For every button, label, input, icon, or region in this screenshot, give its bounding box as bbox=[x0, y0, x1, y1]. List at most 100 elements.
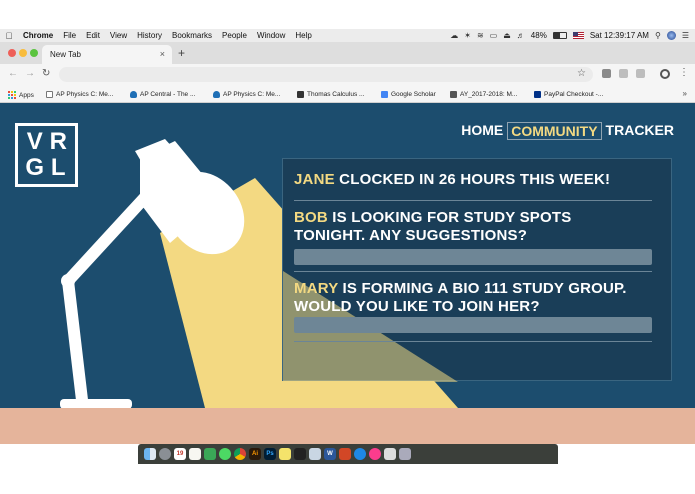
bookmark-item[interactable]: PayPal Checkout -... bbox=[534, 91, 603, 98]
powerpoint-icon[interactable] bbox=[339, 448, 351, 460]
menu-people[interactable]: People bbox=[217, 31, 252, 40]
bookmark-item[interactable]: Google Scholar bbox=[381, 91, 436, 98]
extension-icon[interactable] bbox=[602, 69, 611, 78]
extension-icon[interactable] bbox=[619, 69, 628, 78]
post-author[interactable]: MARY bbox=[294, 280, 338, 297]
logo-letter: V bbox=[26, 128, 43, 155]
apple-menu-icon[interactable]:  bbox=[0, 31, 18, 41]
finder-icon[interactable] bbox=[144, 448, 156, 460]
siri-icon[interactable] bbox=[666, 31, 676, 40]
illustrator-icon[interactable]: Ai bbox=[249, 448, 261, 460]
nav-tracker[interactable]: TRACKER bbox=[602, 122, 678, 140]
window-close-button[interactable] bbox=[8, 49, 16, 57]
bluetooth-icon[interactable]: ✶ bbox=[464, 31, 471, 40]
bookmark-item[interactable]: AP Physics C: Me... bbox=[46, 91, 113, 98]
forward-arrow-icon[interactable]: → bbox=[25, 68, 35, 79]
reply-input[interactable] bbox=[294, 317, 652, 333]
menu-file[interactable]: File bbox=[58, 31, 81, 40]
tab-title: New Tab bbox=[50, 50, 81, 59]
nav-community[interactable]: COMMUNITY bbox=[507, 122, 602, 140]
post-text: IS FORMING A BIO 111 STUDY GROUP. bbox=[338, 280, 627, 297]
menubar-clock[interactable]: Sat 12:39:17 AM bbox=[590, 31, 649, 40]
stickies-icon[interactable] bbox=[279, 448, 291, 460]
photoshop-icon[interactable]: Ps bbox=[264, 448, 276, 460]
screen:  Chrome File Edit View History Bookmark… bbox=[0, 0, 695, 494]
bookmark-label: Google Scholar bbox=[391, 91, 436, 98]
tab-close-icon[interactable]: × bbox=[160, 49, 165, 59]
bookmark-item[interactable]: Thomas Calculus ... bbox=[297, 91, 364, 98]
nav-home[interactable]: HOME bbox=[457, 122, 507, 140]
trash-icon[interactable] bbox=[399, 448, 411, 460]
menu-bookmarks[interactable]: Bookmarks bbox=[167, 31, 217, 40]
photos-icon[interactable] bbox=[384, 448, 396, 460]
spotlight-search-icon[interactable]: ⚲ bbox=[655, 31, 661, 40]
word-icon[interactable]: W bbox=[324, 448, 336, 460]
logo-letter: R bbox=[49, 128, 67, 155]
menu-chrome[interactable]: Chrome bbox=[18, 31, 58, 40]
reply-input[interactable] bbox=[294, 249, 652, 265]
wifi-icon[interactable]: ≋ bbox=[477, 31, 484, 40]
launchpad-icon[interactable] bbox=[159, 448, 171, 460]
back-arrow-icon[interactable]: ← bbox=[8, 68, 18, 79]
post-text: IS LOOKING FOR STUDY SPOTS bbox=[327, 209, 572, 226]
reload-icon[interactable]: ↻ bbox=[42, 68, 50, 79]
menu-edit[interactable]: Edit bbox=[81, 31, 105, 40]
post-author[interactable]: JANE bbox=[294, 171, 335, 188]
chrome-icon[interactable] bbox=[234, 448, 246, 460]
facetime-icon[interactable] bbox=[204, 448, 216, 460]
notification-center-icon[interactable]: ☰ bbox=[682, 31, 689, 40]
safari-icon[interactable] bbox=[354, 448, 366, 460]
feed-post: BOB IS LOOKING FOR STUDY SPOTS TONIGHT. … bbox=[294, 209, 571, 245]
volume-icon[interactable]: ♬ bbox=[517, 31, 525, 40]
post-author[interactable]: BOB bbox=[294, 209, 328, 226]
bookmark-item[interactable]: AP Central - The ... bbox=[130, 91, 195, 98]
extension-icon[interactable] bbox=[636, 69, 645, 78]
feed-post: MARY IS FORMING A BIO 111 STUDY GROUP. W… bbox=[294, 280, 627, 316]
eject-icon[interactable]: ⏏ bbox=[503, 31, 511, 40]
bookmark-item[interactable]: AY_2017-2018: M... bbox=[450, 91, 517, 98]
itunes-icon[interactable] bbox=[369, 448, 381, 460]
bookmark-label: AY_2017-2018: M... bbox=[460, 91, 518, 98]
creative-cloud-icon[interactable]: ☁ bbox=[450, 31, 458, 40]
window-zoom-button[interactable] bbox=[30, 49, 38, 57]
menu-view[interactable]: View bbox=[105, 31, 132, 40]
battery-icon[interactable] bbox=[552, 32, 567, 39]
macos-menubar:  Chrome File Edit View History Bookmark… bbox=[0, 29, 695, 42]
terminal-icon[interactable] bbox=[294, 448, 306, 460]
post-text-line2: WOULD YOU LIKE TO JOIN HER? bbox=[294, 298, 540, 315]
window-minimize-button[interactable] bbox=[19, 49, 27, 57]
notes-icon[interactable] bbox=[189, 448, 201, 460]
shield-icon bbox=[213, 91, 220, 98]
airplay-icon[interactable]: ▭ bbox=[490, 31, 498, 40]
browser-toolbar: ← → ↻ ☆ ⋮ bbox=[0, 64, 695, 85]
feed-post: JANE CLOCKED IN 26 HOURS THIS WEEK! bbox=[294, 171, 610, 189]
vrgl-page: V R G L HOME COMMUNITY TRACKER JANE CLOC… bbox=[0, 103, 695, 444]
us-flag-icon[interactable] bbox=[572, 32, 584, 39]
menu-window[interactable]: Window bbox=[252, 31, 290, 40]
bookmark-label: AP Physics C: Me... bbox=[223, 91, 281, 98]
bookmark-star-icon[interactable]: ☆ bbox=[577, 68, 586, 79]
profile-avatar-icon[interactable] bbox=[660, 69, 670, 79]
google-scholar-icon bbox=[381, 91, 388, 98]
post-divider bbox=[294, 341, 652, 342]
new-tab-button[interactable]: + bbox=[178, 46, 185, 60]
menu-help[interactable]: Help bbox=[290, 31, 316, 40]
bookmark-apps[interactable]: Apps bbox=[8, 91, 34, 99]
preview-icon[interactable] bbox=[309, 448, 321, 460]
vrgl-logo[interactable]: V R G L bbox=[15, 123, 78, 187]
bookmark-item[interactable]: AP Physics C: Me... bbox=[213, 91, 280, 98]
battery-percent[interactable]: 48% bbox=[531, 31, 547, 40]
browser-tab-strip: New Tab × + bbox=[0, 42, 695, 64]
screen-margin-top bbox=[0, 0, 695, 29]
post-text-line2: TONIGHT. ANY SUGGESTIONS? bbox=[294, 227, 528, 244]
address-bar[interactable]: ☆ bbox=[59, 67, 593, 82]
logo-letter: G bbox=[25, 154, 45, 181]
bookmarks-overflow-icon[interactable]: » bbox=[683, 89, 687, 98]
tab-new-tab[interactable]: New Tab × bbox=[42, 45, 172, 64]
menu-history[interactable]: History bbox=[132, 31, 167, 40]
chrome-menu-icon[interactable]: ⋮ bbox=[679, 67, 689, 78]
page-icon bbox=[46, 91, 53, 98]
bookmark-label: Apps bbox=[19, 91, 34, 99]
messages-icon[interactable] bbox=[219, 448, 231, 460]
calendar-icon[interactable]: 19 bbox=[174, 448, 186, 460]
